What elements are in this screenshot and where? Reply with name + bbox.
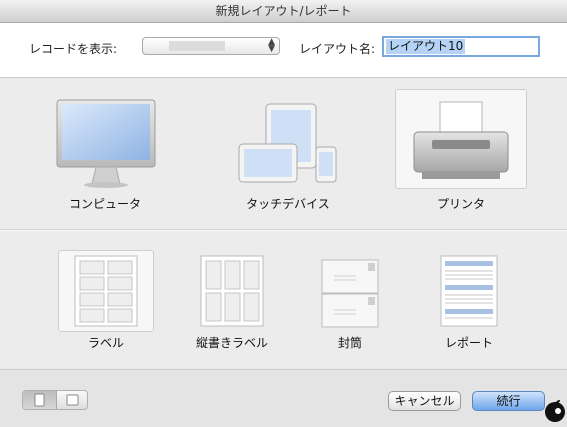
view-toggle[interactable] — [22, 390, 88, 410]
large-icons-view-button[interactable] — [23, 391, 57, 409]
touch-devices-icon — [238, 103, 337, 183]
type-vertical-labels-label: 縦書きラベル — [195, 336, 268, 350]
records-popup-value — [169, 41, 225, 51]
continue-button[interactable]: 続行 — [472, 391, 545, 411]
type-envelope-label: 封筒 — [337, 336, 362, 350]
type-labels[interactable] — [58, 250, 154, 332]
device-touch[interactable]: タッチデバイス — [228, 88, 348, 218]
labels-icon — [74, 255, 138, 327]
device-computer-label: コンピュータ — [68, 197, 141, 211]
type-report[interactable]: レポート — [424, 252, 514, 352]
dialog-footer: キャンセル 続行 — [0, 369, 567, 427]
type-labels-label: ラベル — [87, 336, 124, 350]
section-divider — [0, 229, 567, 231]
records-label: レコードを表示: — [29, 42, 118, 56]
cancel-button[interactable]: キャンセル — [388, 391, 461, 411]
envelope-icon — [321, 259, 379, 328]
report-icon — [440, 255, 498, 327]
device-computer[interactable]: コンピュータ — [40, 88, 170, 218]
layout-name-label: レイアウト名: — [299, 42, 376, 56]
device-printer-caption: プリンタ — [395, 195, 527, 213]
updown-arrows-icon: ▲ ▼ — [268, 37, 275, 54]
type-envelope[interactable]: 封筒 — [306, 252, 394, 352]
device-printer-label: プリンタ — [436, 197, 485, 211]
device-touch-label: タッチデバイス — [246, 197, 330, 211]
records-popup[interactable]: ▲ ▼ — [142, 37, 280, 55]
small-icons-view-button[interactable] — [57, 391, 87, 409]
layout-name-field[interactable]: レイアウト10 — [382, 36, 540, 57]
large-icons-view-icon — [34, 393, 45, 407]
vertical-labels-icon — [200, 255, 264, 327]
type-report-label: レポート — [444, 336, 493, 350]
layout-type-panel: コンピュータ タッチデバイス プリンタ ラベル 縦書きラベル 封筒 レポート — [0, 78, 567, 368]
apple-logo-icon — [545, 400, 565, 422]
small-icons-view-icon — [66, 394, 79, 406]
layout-options-bar: レコードを表示: ▲ ▼ レイアウト名: レイアウト10 — [0, 23, 567, 78]
window-title: 新規レイアウト/レポート — [0, 0, 567, 23]
type-labels-caption: ラベル — [58, 334, 154, 352]
printer-icon — [413, 101, 509, 179]
device-printer[interactable] — [395, 89, 527, 189]
type-vertical-labels[interactable]: 縦書きラベル — [186, 252, 278, 352]
computer-monitor-icon — [56, 99, 156, 188]
layout-name-value: レイアウト10 — [386, 39, 466, 54]
